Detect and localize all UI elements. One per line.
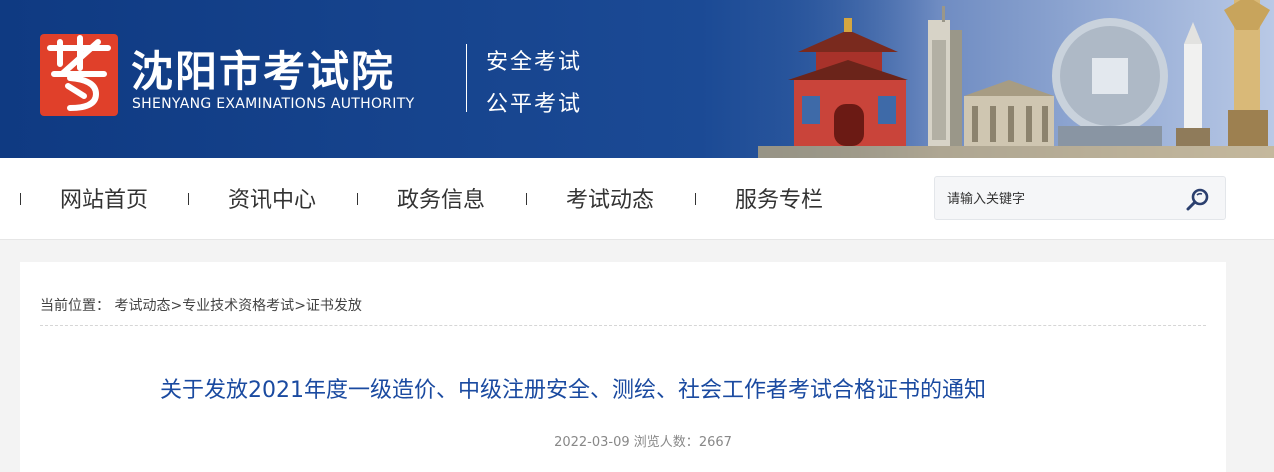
nav-item-services[interactable]: 服务专栏 [735,182,823,214]
nav-item-exam-news[interactable]: 考试动态 [566,182,654,214]
divider-line [40,325,1206,326]
main-nav: 网站首页 资讯中心 政务信息 考试动态 服务专栏 [0,158,1274,240]
slogan-safe: 安全考试 [486,50,583,75]
city-skyline-banner [758,0,1274,158]
brand-divider [466,44,467,112]
nav-item-government[interactable]: 政务信息 [397,182,485,214]
exam-logo-icon[interactable] [40,34,118,116]
nav-item-home[interactable]: 网站首页 [60,182,148,214]
breadcrumb-item[interactable]: 专业技术资格考试 [182,298,294,314]
breadcrumb-separator: > [294,298,306,314]
breadcrumb-prefix: 当前位置： [40,298,110,314]
site-subtitle: SHENYANG EXAMINATIONS AUTHORITY [132,96,415,112]
site-header: 沈阳市考试院 SHENYANG EXAMINATIONS AUTHORITY 安… [0,0,1274,158]
nav-separator [526,193,527,205]
article-meta: 2022-03-09 浏览人数：2667 [20,431,1266,450]
site-title[interactable]: 沈阳市考试院 [131,38,395,99]
views-label: 浏览人数： [633,435,699,450]
breadcrumb-item[interactable]: 证书发放 [306,298,362,314]
search-icon[interactable] [1185,187,1211,211]
breadcrumb: 当前位置： 考试动态>专业技术资格考试>证书发放 [40,295,362,315]
coin-building [1052,18,1168,146]
nav-separator [357,193,358,205]
article-panel: 当前位置： 考试动态>专业技术资格考试>证书发放 关于发放2021年度一级造价、… [20,262,1226,472]
search-box [934,176,1226,220]
article-date: 2022-03-09 [554,435,630,450]
nav-separator [695,193,696,205]
breadcrumb-separator: > [170,298,183,314]
breadcrumb-item[interactable]: 考试动态 [114,298,170,314]
article-title: 关于发放2021年度一级造价、中级注册安全、测绘、社会工作者考试合格证书的通知 [160,378,986,403]
nav-separator [188,193,189,205]
slogan-fair: 公平考试 [486,92,583,117]
nav-separator [20,193,21,205]
nav-item-news[interactable]: 资讯中心 [228,182,316,214]
views-count: 2667 [698,435,732,450]
search-input[interactable] [947,187,1187,209]
